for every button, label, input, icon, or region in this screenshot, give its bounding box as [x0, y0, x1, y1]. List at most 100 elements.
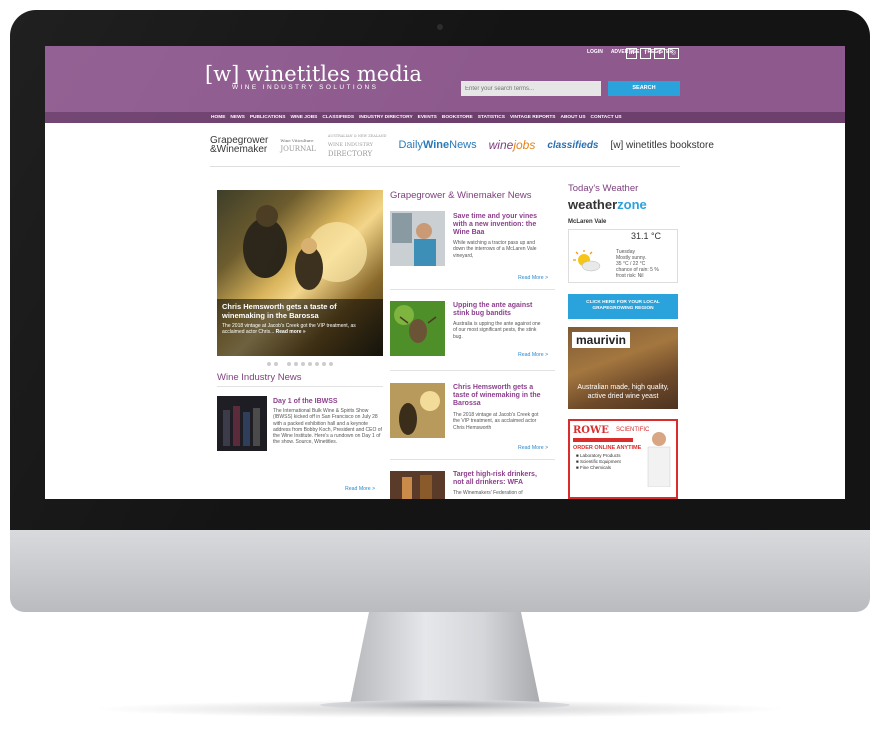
- hero-title[interactable]: Chris Hemsworth gets a taste of winemaki…: [222, 302, 378, 320]
- dwn-part1: Daily: [398, 138, 423, 151]
- gw-news-heading: Grapegrower & Winemaker News: [390, 190, 532, 201]
- gw-item-1-title[interactable]: Save time and your vines with a new inve…: [453, 213, 545, 237]
- nav-news[interactable]: NEWS: [230, 112, 244, 123]
- rowe-order-text: ORDER ONLINE ANYTIME: [573, 445, 642, 451]
- dwn-part2: Wine: [422, 138, 450, 151]
- grapegrower-logo[interactable]: Grapegrower &Winemaker: [210, 136, 268, 155]
- hero-slide[interactable]: Chris Hemsworth gets a taste of winemaki…: [217, 190, 383, 356]
- hero-caption: Chris Hemsworth gets a taste of winemaki…: [217, 299, 383, 356]
- nav-home[interactable]: HOME: [211, 112, 225, 123]
- scientist-photo: [647, 432, 671, 487]
- weatherzone-part1: weather: [568, 197, 618, 212]
- hero-text: The 2018 vintage at Jacob's Creek got th…: [222, 323, 378, 335]
- directory-logo-line3: DIRECTORY: [327, 149, 373, 158]
- nav-about-us[interactable]: ABOUT US: [560, 112, 585, 123]
- dwn-part3: News: [449, 138, 477, 151]
- monitor-chin: [10, 530, 870, 612]
- gw-item-2-read-more[interactable]: Read More >: [518, 352, 548, 358]
- wvj-logo[interactable]: Wine Viticulture JOURNAL: [280, 136, 316, 154]
- local-region-button[interactable]: CLICK HERE FOR YOUR LOCAL GRAPEGROWING R…: [568, 294, 678, 319]
- gw-item-4-title[interactable]: Target high-risk drinkers, not all drink…: [453, 471, 545, 487]
- weather-details: Tuesday Mostly sunny. 35 °C / 22 °C chan…: [616, 249, 659, 279]
- gw-item-2-title[interactable]: Upping the ante against stink bug bandit…: [453, 302, 545, 318]
- ibwss-read-more[interactable]: Read More >: [345, 486, 375, 492]
- weather-temp: 31.1 °C: [630, 231, 662, 241]
- rowe-item: Scientific Equipment: [579, 459, 621, 464]
- nav-publications[interactable]: PUBLICATIONS: [250, 112, 286, 123]
- section-line: [217, 386, 383, 387]
- slider-dots: [267, 362, 333, 366]
- logo-name: winetitles media: [246, 62, 422, 86]
- rowe-list: ■ Laboratory Products ■ Scientific Equip…: [576, 453, 621, 470]
- hero-photo: [243, 205, 367, 290]
- nav-events[interactable]: EVENTS: [418, 112, 437, 123]
- rowe-item: Laboratory Products: [579, 453, 621, 458]
- monitor-stand: [350, 612, 540, 704]
- wine-jobs-logo[interactable]: winejobs: [488, 137, 536, 152]
- slider-dot[interactable]: [308, 362, 312, 366]
- maurivin-logo: maurivin: [572, 332, 631, 348]
- slider-dot[interactable]: [322, 362, 326, 366]
- login-link[interactable]: LOGIN: [587, 49, 603, 55]
- news-separator: [390, 289, 555, 290]
- ibwss-thumb[interactable]: [217, 396, 267, 451]
- directory-logo[interactable]: AUSTRALIAN & NEW ZEALAND WINE INDUSTRY D…: [328, 132, 387, 159]
- ibwss-text: The International Bulk Wine & Spirits Sh…: [273, 408, 382, 446]
- directory-logo-line1: AUSTRALIAN & NEW ZEALAND: [327, 133, 387, 138]
- news-separator: [390, 370, 555, 371]
- facebook-icon[interactable]: f: [640, 48, 651, 59]
- social-links: in f t ◎: [626, 48, 679, 59]
- wvj-logo-line2: JOURNAL: [280, 145, 316, 153]
- slider-dot[interactable]: [274, 362, 278, 366]
- main-nav: HOME NEWS PUBLICATIONS WINE JOBS CLASSIF…: [45, 112, 845, 123]
- slider-dot[interactable]: [301, 362, 305, 366]
- slider-dot[interactable]: [315, 362, 319, 366]
- nav-classifieds[interactable]: CLASSIFIEDS: [322, 112, 354, 123]
- twitter-icon[interactable]: t: [654, 48, 665, 59]
- site-logo[interactable]: [w] winetitles media WINE INDUSTRY SOLUT…: [205, 63, 422, 91]
- classifieds-logo[interactable]: classifieds: [547, 140, 598, 150]
- wine-industry-heading: Wine Industry News: [217, 372, 302, 383]
- stink-bug-thumb[interactable]: [390, 301, 445, 356]
- rowe-logo: ROWE: [573, 425, 609, 436]
- rowe-scientific-ad[interactable]: ROWE SCIENTIFIC ORDER ONLINE ANYTIME ■ L…: [568, 419, 678, 499]
- search-input[interactable]: [461, 81, 601, 96]
- nav-contact-us[interactable]: CONTACT US: [591, 112, 622, 123]
- directory-logo-line2: WINE INDUSTRY: [327, 141, 373, 148]
- slider-dot[interactable]: [287, 362, 291, 366]
- slider-dot[interactable]: [294, 362, 298, 366]
- logo-bracket: [w]: [205, 62, 240, 86]
- linkedin-icon[interactable]: in: [626, 48, 637, 59]
- bookstore-logo[interactable]: [w] winetitles bookstore: [611, 140, 714, 150]
- search-button[interactable]: SEARCH: [608, 81, 680, 96]
- daily-wine-news-logo[interactable]: DailyWineNews: [398, 138, 477, 151]
- gw-item-1-read-more[interactable]: Read More >: [518, 275, 548, 281]
- weather-frost: frost risk: Nil: [616, 273, 644, 279]
- section-divider: [210, 166, 680, 167]
- nav-statistics[interactable]: STATISTICS: [478, 112, 505, 123]
- nav-industry-directory[interactable]: INDUSTRY DIRECTORY: [359, 112, 413, 123]
- gw-item-3-text: The 2018 vintage at Jacob's Creek got th…: [453, 412, 539, 431]
- partner-logos: Grapegrower &Winemaker Wine Viticulture …: [45, 126, 845, 164]
- wj-part1: wine: [488, 137, 514, 152]
- nav-vintage-reports[interactable]: VINTAGE REPORTS: [510, 112, 556, 123]
- gw-item-3-title[interactable]: Chris Hemsworth gets a taste of winemaki…: [453, 384, 545, 408]
- weatherzone-logo[interactable]: weatherzone: [568, 197, 647, 212]
- weather-heading: Today's Weather: [568, 183, 639, 194]
- monitor-base: [320, 700, 570, 710]
- wine-baa-thumb[interactable]: [390, 211, 445, 266]
- hero-read-more[interactable]: Read more »: [276, 329, 306, 335]
- wj-part2: jobs: [513, 137, 536, 152]
- drinkers-thumb[interactable]: [390, 471, 445, 499]
- wvj-logo-line1: Wine Viticulture: [280, 138, 314, 143]
- nav-wine-jobs[interactable]: WINE JOBS: [290, 112, 317, 123]
- website-screen: LOGIN ADVERTISE REGISTER in f t ◎ [w] wi…: [45, 46, 845, 499]
- instagram-icon[interactable]: ◎: [668, 48, 679, 59]
- slider-dot[interactable]: [329, 362, 333, 366]
- hemsworth-thumb[interactable]: [390, 383, 445, 438]
- slider-dot[interactable]: [267, 362, 271, 366]
- maurivin-ad[interactable]: maurivin Australian made, high quality, …: [568, 327, 678, 409]
- ibwss-title[interactable]: Day 1 of the IBWSS: [273, 398, 383, 406]
- nav-bookstore[interactable]: BOOKSTORE: [442, 112, 473, 123]
- gw-item-3-read-more[interactable]: Read More >: [518, 445, 548, 451]
